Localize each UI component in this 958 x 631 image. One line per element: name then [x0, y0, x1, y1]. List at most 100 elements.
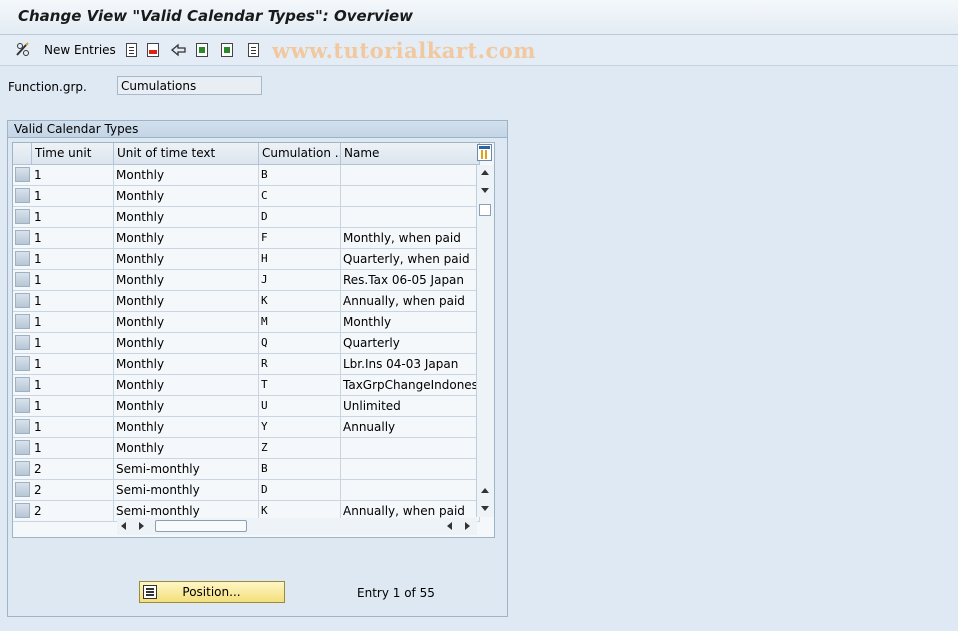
- row-selector[interactable]: [15, 209, 30, 224]
- new-entries-label: New Entries: [44, 43, 116, 57]
- table-row[interactable]: 2 Semi-monthly B: [13, 459, 480, 480]
- cell-cumulation: F: [259, 228, 341, 248]
- cell-name: Monthly, when paid: [341, 228, 480, 248]
- cell-unit-text: Monthly: [114, 354, 259, 374]
- row-selector[interactable]: [15, 188, 30, 203]
- row-selector[interactable]: [15, 503, 30, 518]
- vertical-scrollbar[interactable]: [476, 165, 494, 517]
- position-button[interactable]: Position...: [139, 581, 285, 603]
- deselect-all-icon: [248, 43, 259, 57]
- table-row[interactable]: 1 Monthly J Res.Tax 06-05 Japan: [13, 270, 480, 291]
- table-row[interactable]: 2 Semi-monthly D: [13, 480, 480, 501]
- select-block-button[interactable]: [221, 41, 233, 59]
- copy-button[interactable]: [124, 41, 137, 59]
- table-row[interactable]: 1 Monthly Y Annually: [13, 417, 480, 438]
- row-selector[interactable]: [15, 314, 30, 329]
- cell-time-unit: 1: [32, 354, 114, 374]
- cell-time-unit: 1: [32, 438, 114, 458]
- row-selector[interactable]: [15, 461, 30, 476]
- function-group-field[interactable]: Cumulations: [117, 76, 262, 95]
- position-button-label: Position...: [182, 585, 241, 599]
- row-selector[interactable]: [15, 440, 30, 455]
- cell-cumulation: M: [259, 312, 341, 332]
- window-title: Change View "Valid Calendar Types": Over…: [18, 7, 414, 25]
- table-row[interactable]: 1 Monthly H Quarterly, when paid: [13, 249, 480, 270]
- page-down-icon[interactable]: [481, 506, 489, 511]
- cell-unit-text: Semi-monthly: [114, 480, 259, 500]
- table-row[interactable]: 1 Monthly M Monthly: [13, 312, 480, 333]
- cell-unit-text: Monthly: [114, 333, 259, 353]
- scroll-right-icon[interactable]: [139, 522, 144, 530]
- undo-button[interactable]: [170, 41, 188, 59]
- table-row[interactable]: 1 Monthly D: [13, 207, 480, 228]
- table-row[interactable]: 1 Monthly T TaxGrpChangeIndones.: [13, 375, 480, 396]
- cell-name: Quarterly: [341, 333, 480, 353]
- cell-time-unit: 2: [32, 459, 114, 479]
- watermark: www.tutorialkart.com: [272, 38, 536, 63]
- column-header-unit-text[interactable]: Unit of time text: [114, 143, 259, 164]
- row-selector[interactable]: [15, 398, 30, 413]
- new-entries-button[interactable]: New Entries: [44, 41, 116, 59]
- row-selector[interactable]: [15, 293, 30, 308]
- row-selector[interactable]: [15, 230, 30, 245]
- cell-unit-text: Monthly: [114, 375, 259, 395]
- table-row[interactable]: 1 Monthly Z: [13, 438, 480, 459]
- deselect-all-button[interactable]: [246, 41, 259, 59]
- display-change-button[interactable]: [14, 41, 32, 59]
- undo-icon: [170, 43, 186, 57]
- cell-name: [341, 480, 480, 500]
- column-settings-icon[interactable]: [477, 144, 492, 161]
- cell-cumulation: B: [259, 459, 341, 479]
- scroll-far-left-icon[interactable]: [447, 522, 452, 530]
- cell-time-unit: 1: [32, 291, 114, 311]
- table-row[interactable]: 1 Monthly B: [13, 165, 480, 186]
- horizontal-scrollbar[interactable]: [117, 518, 477, 535]
- table-row[interactable]: 1 Monthly C: [13, 186, 480, 207]
- cell-name: Monthly: [341, 312, 480, 332]
- row-selector[interactable]: [15, 356, 30, 371]
- pencil-glasses-icon: [16, 42, 29, 56]
- cell-name: [341, 459, 480, 479]
- table-row[interactable]: 1 Monthly Q Quarterly: [13, 333, 480, 354]
- cell-name: TaxGrpChangeIndones.: [341, 375, 480, 395]
- table-row[interactable]: 1 Monthly F Monthly, when paid: [13, 228, 480, 249]
- row-selector[interactable]: [15, 482, 30, 497]
- cell-time-unit: 1: [32, 249, 114, 269]
- cell-unit-text: Monthly: [114, 165, 259, 185]
- cell-time-unit: 1: [32, 207, 114, 227]
- scroll-up-icon[interactable]: [481, 170, 489, 175]
- page-up-icon[interactable]: [481, 488, 489, 493]
- scroll-thumb[interactable]: [479, 204, 491, 216]
- table-row[interactable]: 1 Monthly K Annually, when paid: [13, 291, 480, 312]
- horizontal-scroll-thumb[interactable]: [155, 520, 247, 532]
- select-block-icon: [221, 43, 233, 57]
- column-header-cumulation[interactable]: Cumulation ...: [259, 143, 341, 164]
- row-selector[interactable]: [15, 377, 30, 392]
- cell-name: [341, 165, 480, 185]
- scroll-down-icon[interactable]: [481, 188, 489, 193]
- row-selector[interactable]: [15, 335, 30, 350]
- scroll-left-icon[interactable]: [121, 522, 126, 530]
- valid-calendar-types-group: Valid Calendar Types Time unit Unit of t…: [7, 120, 508, 617]
- column-header-time-unit[interactable]: Time unit: [32, 143, 114, 164]
- select-all-button[interactable]: [196, 41, 208, 59]
- cell-cumulation: U: [259, 396, 341, 416]
- row-selector[interactable]: [15, 419, 30, 434]
- cell-unit-text: Monthly: [114, 270, 259, 290]
- cell-name: Quarterly, when paid: [341, 249, 480, 269]
- column-header-name[interactable]: Name: [341, 143, 480, 164]
- select-all-rows-cell[interactable]: [13, 143, 32, 164]
- row-selector[interactable]: [15, 272, 30, 287]
- cell-cumulation: B: [259, 165, 341, 185]
- scroll-far-right-icon[interactable]: [465, 522, 470, 530]
- table-row[interactable]: 1 Monthly R Lbr.Ins 04-03 Japan: [13, 354, 480, 375]
- delete-button[interactable]: [147, 41, 159, 59]
- cell-time-unit: 1: [32, 333, 114, 353]
- cell-time-unit: 2: [32, 501, 114, 521]
- cell-unit-text: Monthly: [114, 228, 259, 248]
- table-row[interactable]: 1 Monthly U Unlimited: [13, 396, 480, 417]
- row-selector[interactable]: [15, 167, 30, 182]
- row-selector[interactable]: [15, 251, 30, 266]
- cell-unit-text: Monthly: [114, 438, 259, 458]
- select-all-icon: [196, 43, 208, 57]
